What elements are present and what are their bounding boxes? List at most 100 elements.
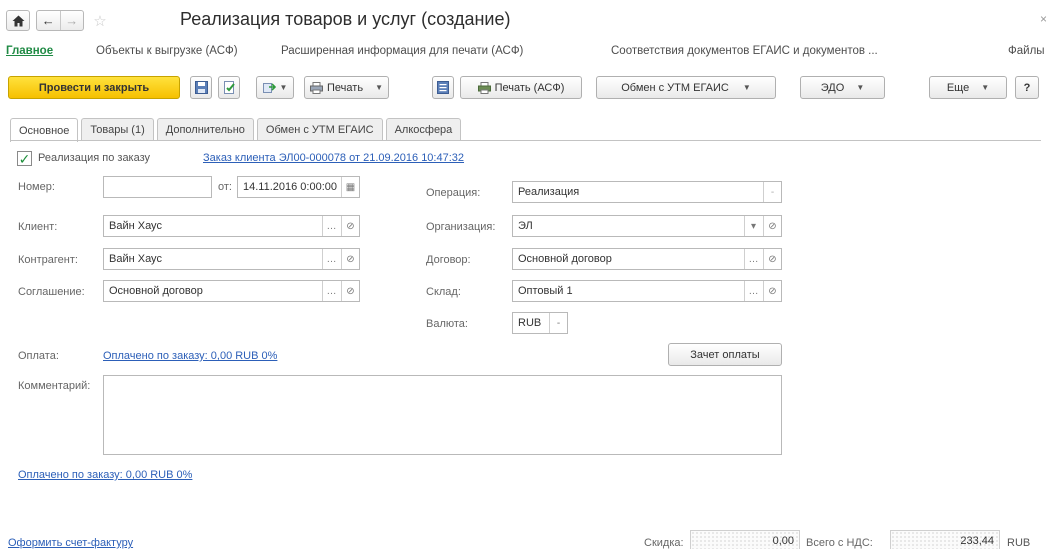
egais-exchange-button[interactable]: Обмен с УТМ ЕГАИС ▼ (596, 76, 776, 99)
open-link-icon[interactable]: ⊘ (763, 216, 781, 236)
counterparty-value: Вайн Хаус (109, 253, 162, 265)
egais-exchange-label: Обмен с УТМ ЕГАИС (621, 81, 729, 94)
chevron-down-icon: ▼ (279, 83, 288, 92)
date-from-label: от: (218, 181, 232, 193)
post-document-icon (223, 81, 235, 94)
panel-link-export-objects[interactable]: Объекты к выгрузке (АСФ) (96, 45, 238, 57)
dropdown-dash-icon[interactable]: - (763, 182, 781, 202)
contract-value: Основной договор (518, 253, 612, 265)
tab-goods[interactable]: Товары (1) (81, 118, 154, 141)
currency-label: Валюта: (426, 318, 468, 330)
panel-link-main[interactable]: Главное (6, 45, 53, 57)
more-label: Еще (946, 81, 970, 94)
chevron-down-icon: ▼ (375, 83, 383, 92)
floppy-icon (194, 81, 208, 94)
comment-textarea[interactable] (103, 375, 782, 455)
back-button[interactable]: ← (37, 11, 61, 30)
client-value: Вайн Хаус (109, 220, 162, 232)
home-icon (12, 15, 24, 26)
tab-additional[interactable]: Дополнительно (156, 118, 254, 141)
paid-by-order-link[interactable]: Оплачено по заказу: 0,00 RUB 0% (18, 469, 192, 481)
select-ellipsis-icon[interactable]: … (744, 249, 762, 269)
panel-links: Главное Объекты к выгрузке (АСФ) Расшире… (6, 45, 1049, 63)
open-link-icon[interactable]: ⊘ (763, 249, 781, 269)
printer-icon (477, 81, 491, 94)
help-button[interactable]: ? (1015, 76, 1039, 99)
calendar-icon[interactable]: ▦ (341, 177, 359, 197)
tab-alcosphere[interactable]: Алкосфера (385, 118, 462, 141)
select-ellipsis-icon[interactable]: … (322, 249, 340, 269)
open-link-icon[interactable]: ⊘ (341, 249, 359, 269)
dropdown-dash-icon[interactable]: - (549, 313, 567, 333)
agreement-value: Основной договор (109, 285, 203, 297)
chevron-down-icon: ▼ (981, 83, 990, 92)
currency-field[interactable]: RUB - (512, 312, 568, 334)
panel-link-print-info[interactable]: Расширенная информация для печати (АСФ) (281, 45, 523, 57)
date-value: 14.11.2016 0:00:00 (243, 181, 337, 193)
edo-label: ЭДО (820, 81, 845, 94)
counterparty-label: Контрагент: (18, 254, 78, 266)
contract-label: Договор: (426, 254, 471, 266)
select-ellipsis-icon[interactable]: … (322, 216, 340, 236)
agreement-field[interactable]: Основной договор … ⊘ (103, 280, 360, 302)
open-link-icon[interactable]: ⊘ (763, 281, 781, 301)
window-title: Реализация товаров и услуг (создание) (180, 9, 511, 29)
report-icon (437, 81, 449, 94)
chevron-down-icon: ▼ (856, 83, 865, 92)
discount-field: 0,00 (690, 530, 800, 549)
close-icon[interactable]: × (1040, 12, 1047, 26)
warehouse-value: Оптовый 1 (518, 285, 573, 297)
organization-field[interactable]: ЭЛ ▾ ⊘ (512, 215, 782, 237)
create-invoice-link[interactable]: Оформить счет-фактуру (8, 537, 133, 549)
date-field[interactable]: 14.11.2016 0:00:00 ▦ (237, 176, 360, 198)
discount-label: Скидка: (644, 537, 684, 549)
dropdown-icon[interactable]: ▾ (744, 216, 762, 236)
tab-divider (10, 140, 1041, 141)
tab-bar: Основное Товары (1) Дополнительно Обмен … (10, 118, 462, 142)
chevron-down-icon: ▼ (742, 83, 751, 92)
create-based-on-button[interactable]: ▼ (256, 76, 294, 99)
create-based-on-icon (262, 83, 276, 93)
open-link-icon[interactable]: ⊘ (341, 281, 359, 301)
save-button[interactable] (190, 76, 212, 99)
edo-button[interactable]: ЭДО ▼ (800, 76, 885, 99)
tab-main[interactable]: Основное (10, 118, 79, 142)
tab-egais-exchange[interactable]: Обмен с УТМ ЕГАИС (256, 118, 383, 141)
organization-value: ЭЛ (518, 220, 533, 232)
more-button[interactable]: Еще ▼ (929, 76, 1007, 99)
operation-field[interactable]: Реализация - (512, 181, 782, 203)
back-arrow-icon: ← (41, 13, 55, 28)
home-button[interactable] (6, 10, 30, 31)
panel-link-egais-matches[interactable]: Соответствия документов ЕГАИС и документ… (611, 45, 878, 57)
payment-offset-button[interactable]: Зачет оплаты (668, 343, 782, 366)
select-ellipsis-icon[interactable]: … (744, 281, 762, 301)
organization-label: Организация: (426, 221, 496, 233)
total-with-vat-field: 233,44 (890, 530, 1000, 549)
document-report-button[interactable] (432, 76, 454, 99)
post-button[interactable] (218, 76, 240, 99)
operation-value: Реализация (518, 186, 580, 198)
counterparty-field[interactable]: Вайн Хаус … ⊘ (103, 248, 360, 270)
number-label: Номер: (18, 181, 55, 193)
select-ellipsis-icon[interactable]: … (322, 281, 340, 301)
post-and-close-button[interactable]: Провести и закрыть (8, 76, 180, 99)
open-link-icon[interactable]: ⊘ (341, 216, 359, 236)
payment-label: Оплата: (18, 350, 59, 362)
total-with-vat-label: Всего с НДС: (806, 537, 873, 549)
agreement-label: Соглашение: (18, 286, 85, 298)
payment-link[interactable]: Оплачено по заказу: 0,00 RUB 0% (103, 350, 277, 362)
favorite-button[interactable]: ☆ (90, 10, 110, 31)
warehouse-field[interactable]: Оптовый 1 … ⊘ (512, 280, 782, 302)
contract-field[interactable]: Основной договор … ⊘ (512, 248, 782, 270)
comment-label: Комментарий: (18, 380, 91, 392)
forward-button[interactable]: → (61, 11, 84, 30)
panel-link-files[interactable]: Файлы (1008, 45, 1045, 57)
client-field[interactable]: Вайн Хаус … ⊘ (103, 215, 360, 237)
print-button[interactable]: Печать ▼ (304, 76, 389, 99)
by-order-label: Реализация по заказу (38, 152, 151, 164)
print-asf-button[interactable]: Печать (АСФ) (460, 76, 582, 99)
print-asf-label: Печать (АСФ) (494, 81, 565, 94)
by-order-checkbox[interactable]: ✓ (17, 151, 32, 166)
order-link[interactable]: Заказ клиента ЭЛ00-000078 от 21.09.2016 … (203, 152, 464, 164)
number-field[interactable] (103, 176, 212, 198)
